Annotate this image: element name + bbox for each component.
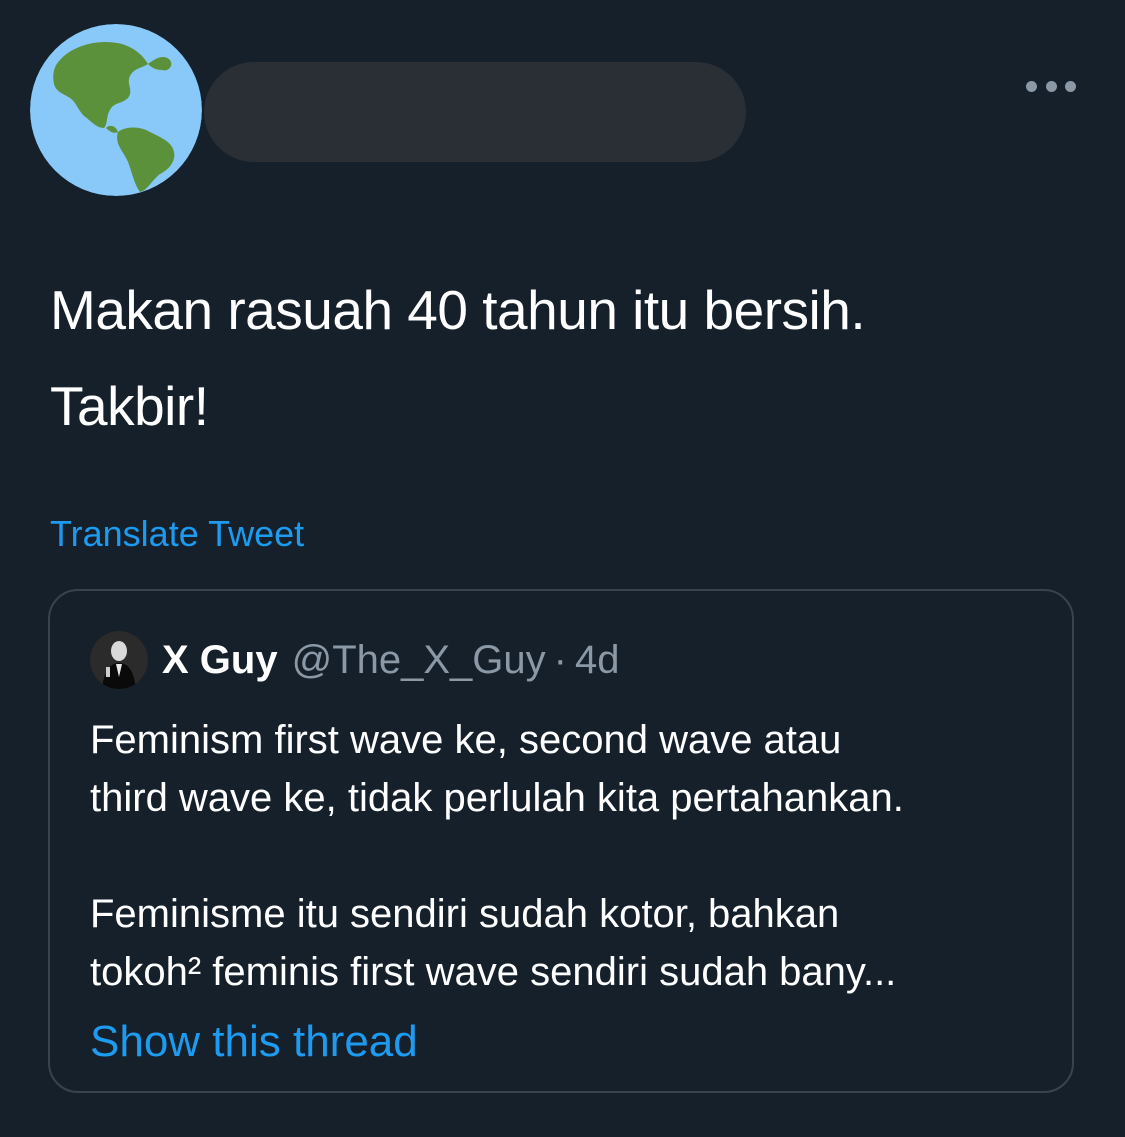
quoted-tweet-paragraph: Feminisme itu sendiri sudah kotor, bahka… [90, 892, 897, 994]
more-options-icon[interactable] [1026, 74, 1076, 98]
more-dot-icon [1026, 80, 1037, 92]
header-separator: · [553, 638, 567, 682]
quoted-tweet-paragraph: Feminism first wave ke, second wave atau… [90, 718, 904, 820]
translate-tweet-link[interactable]: Translate Tweet [50, 512, 304, 556]
quoted-author-name[interactable]: X Guy [162, 633, 278, 687]
quoted-author-handle[interactable]: @The_X_Guy [292, 633, 546, 687]
quoted-tweet-card[interactable]: X Guy @The_X_Guy · 4d Feminism first wav… [48, 589, 1074, 1093]
quoted-tweet-timestamp[interactable]: 4d [575, 633, 620, 687]
more-dot-icon [1045, 80, 1057, 92]
quoted-tweet-header: X Guy @The_X_Guy · 4d [162, 633, 619, 687]
more-dot-icon [1065, 80, 1076, 92]
redacted-account-name [204, 62, 746, 162]
globe-americas-icon[interactable] [30, 24, 202, 196]
quoted-author-avatar[interactable] [90, 631, 148, 689]
quoted-tweet-text: Feminism first wave ke, second wave atau… [90, 711, 1050, 1001]
show-this-thread-link[interactable]: Show this thread [90, 1013, 418, 1071]
tweet-text: Makan rasuah 40 tahun itu bersih. Takbir… [50, 279, 866, 437]
